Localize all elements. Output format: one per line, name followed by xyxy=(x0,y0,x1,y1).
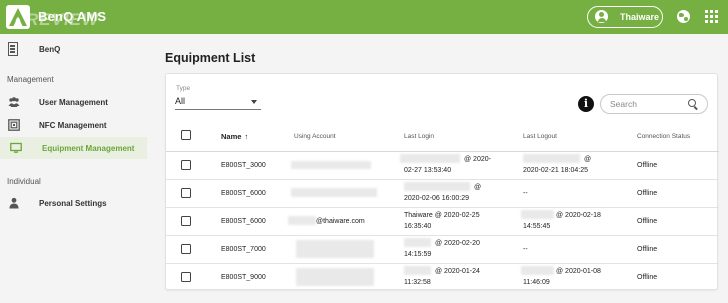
cell-last-login-line1: @ xyxy=(474,184,482,191)
cell-last-logout-line1: -- xyxy=(523,246,528,253)
cell-last-logout-line2: 11:46:09 xyxy=(523,279,550,286)
redacted-user xyxy=(523,154,580,163)
type-filter-select[interactable]: All xyxy=(175,93,261,110)
cell-name: E800ST_6000 xyxy=(221,190,266,197)
cell-last-login-line2: 2020-02-06 16:00:29 xyxy=(404,195,469,202)
row-checkbox[interactable] xyxy=(181,272,191,282)
company-selector[interactable]: BenQ xyxy=(0,38,152,60)
cell-connection-status: Offline xyxy=(637,190,658,197)
sort-arrow-up-icon: ↑ xyxy=(244,132,249,141)
sidebar-item-label: User Management xyxy=(39,98,108,107)
table-row[interactable]: E800ST_6000 @thaiware.com Thaiware @ 202… xyxy=(166,208,719,236)
search-icon[interactable] xyxy=(688,99,698,109)
cell-last-login-line1: @ 2020-02-20 xyxy=(435,240,480,247)
user-name: Thaiware xyxy=(620,12,660,22)
column-header-name[interactable]: Name ↑ xyxy=(221,132,248,141)
section-title-management: Management xyxy=(7,75,54,84)
language-globe-icon[interactable] xyxy=(677,10,690,23)
table-row[interactable]: E800ST_9000 @ 2020-01-24 11:32:58 @ 2020… xyxy=(166,264,719,292)
cell-last-logout-line2: 2020-02-21 18:04:25 xyxy=(523,167,588,174)
cell-connection-status: Offline xyxy=(637,162,658,169)
cell-using-account: @thaiware.com xyxy=(316,218,365,225)
column-header-last-logout[interactable]: Last Logout xyxy=(523,133,557,140)
account-circle-icon xyxy=(595,10,608,23)
column-header-label: Name xyxy=(221,132,242,141)
column-header-connection-status[interactable]: Connection Status xyxy=(637,133,690,140)
redacted-account xyxy=(291,161,371,169)
person-icon xyxy=(9,197,19,209)
row-checkbox[interactable] xyxy=(181,188,191,198)
cell-name: E800ST_3000 xyxy=(221,162,266,169)
monitor-icon xyxy=(10,142,22,153)
sidebar-item-nfc-management[interactable]: NFC Management xyxy=(0,114,147,136)
cell-last-logout-line1: @ xyxy=(584,156,592,163)
section-title-individual: Individual xyxy=(7,177,41,186)
user-account-button[interactable]: Thaiware xyxy=(587,6,663,28)
redacted-account xyxy=(291,188,377,197)
cell-last-logout-line2: 14:55:45 xyxy=(523,223,551,230)
cell-last-login-line1: Thaiware @ 2020-02-25 xyxy=(404,212,480,219)
redacted-user xyxy=(521,210,554,219)
cell-last-login-line1: @ 2020- xyxy=(464,156,491,163)
page-title: Equipment List xyxy=(165,51,256,65)
cell-connection-status: Offline xyxy=(637,274,658,281)
nfc-icon xyxy=(8,119,20,131)
table-row[interactable]: E800ST_7000 @ 2020-02-20 14:15:59 -- Off… xyxy=(166,236,719,264)
redacted-account xyxy=(288,216,316,225)
row-checkbox[interactable] xyxy=(181,216,191,226)
redacted-account xyxy=(296,268,374,286)
row-checkbox[interactable] xyxy=(181,160,191,170)
column-header-last-login[interactable]: Last Login xyxy=(404,133,434,140)
column-header-using-account[interactable]: Using Account xyxy=(294,133,336,140)
cell-name: E800ST_6000 xyxy=(221,218,266,225)
redacted-account xyxy=(296,240,374,258)
search-input[interactable] xyxy=(610,98,680,110)
cell-last-login-line2: 16:35:40 xyxy=(404,223,432,230)
table-row[interactable]: E800ST_3000 @ 2020- 02-27 13:53:40 @ 202… xyxy=(166,152,719,180)
redacted-user xyxy=(404,266,431,275)
sidebar-item-user-management[interactable]: User Management xyxy=(0,91,147,113)
info-icon[interactable]: i xyxy=(578,96,594,112)
chevron-down-icon xyxy=(251,100,257,104)
row-checkbox[interactable] xyxy=(181,244,191,254)
sidebar-item-personal-settings[interactable]: Personal Settings xyxy=(0,192,147,214)
sidebar-item-label: Personal Settings xyxy=(39,199,107,208)
app-title: BenQ AMS xyxy=(38,9,107,24)
type-filter-label: Type xyxy=(176,85,191,92)
sidebar-item-equipment-management[interactable]: Equipment Management xyxy=(0,137,147,159)
users-icon xyxy=(8,97,20,107)
cell-last-logout-line1: @ 2020-01-08 xyxy=(556,268,601,275)
select-all-checkbox[interactable] xyxy=(181,130,191,140)
sidebar: BenQ Management User Management NFC Mana… xyxy=(0,34,152,303)
redacted-user xyxy=(404,238,431,247)
sidebar-item-label: NFC Management xyxy=(39,121,107,130)
table-header: Name ↑ Using Account Last Login Last Logo… xyxy=(166,123,719,152)
top-bar: REVIEW BenQ AMS Thaiware xyxy=(0,0,728,34)
equipment-list-card: Type All i Name↑ Using Account Last Logi… xyxy=(165,73,719,292)
redacted-user xyxy=(404,182,470,191)
cell-last-logout-line1: @ 2020-02-18 xyxy=(556,212,601,219)
cell-last-login-line2: 02-27 13:53:40 xyxy=(404,167,452,174)
cell-last-login-line2: 11:32:58 xyxy=(404,279,431,286)
cell-connection-status: Offline xyxy=(637,218,658,225)
table-row[interactable]: E800ST_6000 @ 2020-02-06 16:00:29 -- Off… xyxy=(166,180,719,208)
cell-last-login-line1: @ 2020-01-24 xyxy=(435,268,480,275)
cell-last-logout-line1: -- xyxy=(523,190,528,197)
building-icon xyxy=(8,42,18,56)
redacted-user xyxy=(400,154,460,163)
search-box[interactable] xyxy=(600,94,708,114)
cell-name: E800ST_9000 xyxy=(221,274,266,281)
cell-connection-status: Offline xyxy=(637,246,658,253)
type-filter-value: All xyxy=(175,96,186,106)
cell-last-login-line2: 14:15:59 xyxy=(404,251,432,258)
redacted-user xyxy=(521,266,554,275)
cell-name: E800ST_7000 xyxy=(221,246,266,253)
sidebar-item-label: Equipment Management xyxy=(42,144,135,153)
company-name: BenQ xyxy=(39,45,61,54)
apps-grid-icon[interactable] xyxy=(705,10,718,23)
